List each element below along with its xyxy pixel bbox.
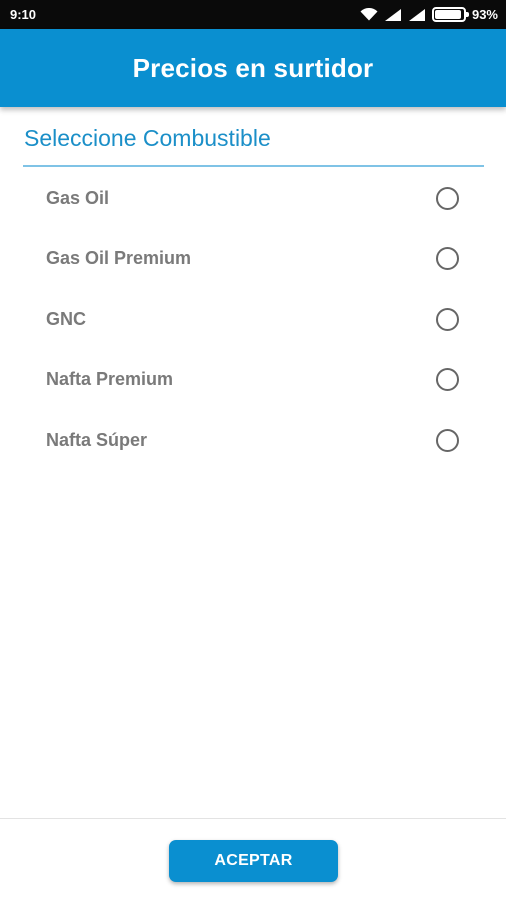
fuel-option-gas-oil[interactable]: Gas Oil (0, 168, 506, 229)
fuel-option-nafta-premium[interactable]: Nafta Premium (0, 350, 506, 411)
fuel-option-nafta-super[interactable]: Nafta Súper (0, 410, 506, 471)
fuel-option-gas-oil-premium[interactable]: Gas Oil Premium (0, 229, 506, 290)
fuel-option-label: GNC (46, 308, 86, 329)
status-icons: 93% (360, 7, 498, 22)
radio-button[interactable] (436, 307, 459, 331)
signal-icon (384, 8, 402, 21)
fuel-option-label: Gas Oil Premium (46, 248, 192, 269)
fuel-option-gnc[interactable]: GNC (0, 289, 506, 350)
fuel-option-label: Nafta Premium (46, 369, 174, 390)
radio-button[interactable] (436, 428, 459, 452)
wifi-icon (360, 8, 378, 21)
signal-icon (408, 8, 426, 21)
battery-level (434, 10, 461, 19)
status-time: 9:10 (10, 7, 37, 22)
section-divider (23, 165, 484, 167)
accept-button[interactable]: ACEPTAR (169, 840, 338, 882)
radio-button[interactable] (436, 368, 459, 392)
app-title: Precios en surtidor (132, 52, 374, 83)
section-title: Seleccione Combustible (24, 125, 271, 151)
radio-button[interactable] (436, 186, 459, 210)
radio-button[interactable] (436, 247, 459, 271)
fuel-option-label: Nafta Súper (46, 429, 148, 450)
status-bar: 9:10 93% (0, 0, 506, 29)
app-bar: Precios en surtidor (0, 29, 506, 107)
battery-icon (431, 7, 469, 22)
battery-percent: 93% (471, 7, 498, 22)
fuel-option-label: Gas Oil (46, 187, 110, 208)
fuel-options-list: Gas Oil Gas Oil Premium GNC Nafta Premiu… (0, 168, 506, 471)
footer-divider (0, 818, 506, 819)
